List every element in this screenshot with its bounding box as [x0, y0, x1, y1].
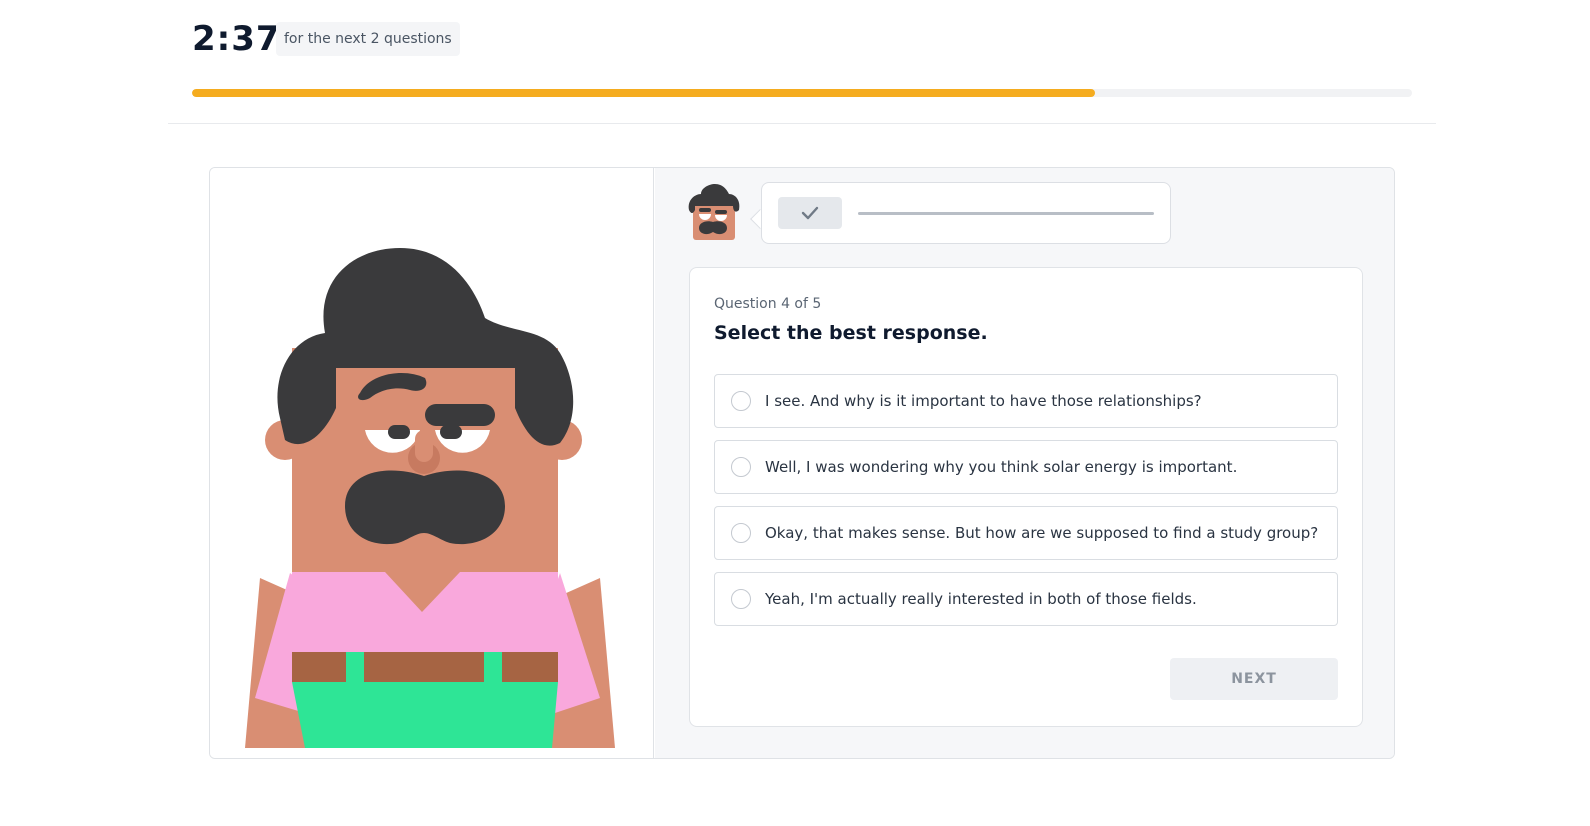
radio-button[interactable] [731, 457, 751, 477]
answer-option-text: I see. And why is it important to have t… [765, 392, 1202, 410]
header-divider [168, 123, 1436, 124]
question-pane: Question 4 of 5 Select the best response… [655, 168, 1394, 758]
progress-bar [192, 89, 1412, 97]
answer-option-text: Yeah, I'm actually really interested in … [765, 590, 1197, 608]
question-counter: Question 4 of 5 [714, 296, 822, 312]
check-icon [801, 206, 819, 220]
character-avatar-icon [685, 184, 741, 242]
answer-option-3[interactable]: Okay, that makes sense. But how are we s… [714, 506, 1338, 560]
next-button[interactable]: NEXT [1170, 658, 1338, 700]
question-title: Select the best response. [714, 322, 988, 344]
radio-button[interactable] [731, 589, 751, 609]
answer-option-text: Well, I was wondering why you think sola… [765, 458, 1238, 476]
character-illustration-panel [210, 168, 654, 758]
progress-fill [192, 89, 1095, 97]
speech-bubble [761, 182, 1171, 244]
answer-option-text: Okay, that makes sense. But how are we s… [765, 524, 1319, 542]
question-box: Question 4 of 5 Select the best response… [689, 267, 1363, 727]
timer: 2:37 [192, 19, 281, 59]
answer-option-1[interactable]: I see. And why is it important to have t… [714, 374, 1338, 428]
radio-button[interactable] [731, 523, 751, 543]
question-card: Question 4 of 5 Select the best response… [209, 167, 1395, 759]
audio-track-line [858, 212, 1154, 215]
character-illustration [245, 248, 615, 748]
play-audio-button[interactable] [778, 197, 842, 229]
answer-option-2[interactable]: Well, I was wondering why you think sola… [714, 440, 1338, 494]
answer-option-4[interactable]: Yeah, I'm actually really interested in … [714, 572, 1338, 626]
radio-button[interactable] [731, 391, 751, 411]
timer-note: for the next 2 questions [276, 22, 460, 56]
